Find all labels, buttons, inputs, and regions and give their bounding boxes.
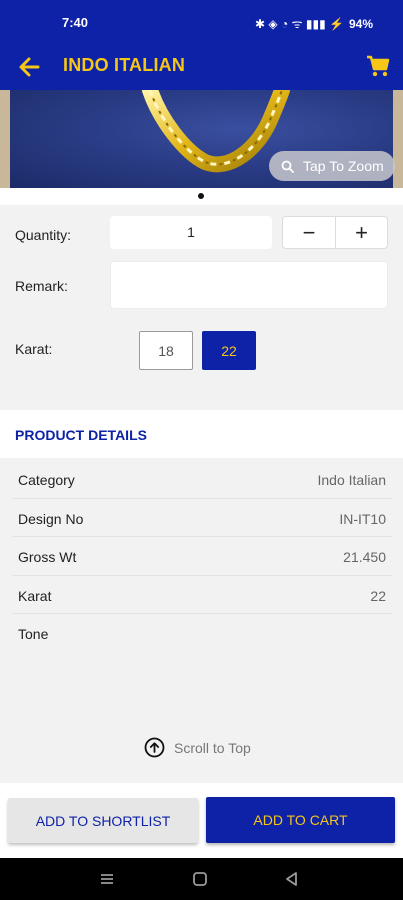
scroll-to-top-button[interactable]: Scroll to Top: [144, 737, 251, 758]
tap-to-zoom-button[interactable]: Tap To Zoom: [269, 151, 395, 181]
scroll-to-top-label: Scroll to Top: [174, 739, 251, 756]
product-details-table: Category Indo Italian Design No IN-IT10 …: [12, 460, 392, 653]
product-details-header: PRODUCT DETAILS: [0, 410, 403, 458]
zoom-label: Tap To Zoom: [303, 158, 384, 174]
system-nav-bar: [0, 858, 403, 900]
home-icon[interactable]: [191, 870, 209, 888]
bottom-action-bar: ADD TO SHORTLIST ADD TO CART: [0, 783, 403, 858]
detail-value: 21.450: [343, 549, 386, 565]
pager-dot-active[interactable]: [198, 193, 204, 199]
back-nav-icon[interactable]: [283, 870, 301, 888]
back-arrow-icon[interactable]: [14, 52, 44, 82]
detail-key: Karat: [18, 587, 52, 604]
search-icon: [281, 160, 294, 173]
status-time: 7:40: [62, 15, 89, 30]
quantity-stepper: − +: [282, 216, 388, 249]
app-bar: INDO ITALIAN: [0, 44, 403, 90]
detail-key: Tone: [18, 626, 49, 642]
add-to-shortlist-button[interactable]: ADD TO SHORTLIST: [8, 798, 198, 843]
table-row: Gross Wt 21.450: [12, 537, 392, 576]
remark-label: Remark:: [15, 278, 68, 294]
detail-key: Category: [18, 472, 75, 488]
table-row: Tone: [12, 614, 392, 653]
image-pager: [0, 188, 403, 205]
increment-button[interactable]: +: [334, 217, 387, 248]
page-title: INDO ITALIAN: [63, 55, 186, 75]
table-row: Category Indo Italian: [12, 460, 392, 499]
detail-key: Design No: [18, 510, 84, 527]
table-row: Design No IN-IT10: [12, 499, 392, 537]
detail-value: 22: [370, 587, 386, 604]
image-edge-left: [0, 90, 10, 188]
quantity-label: Quantity:: [15, 227, 72, 243]
status-bar: 7:40 ✱ ◈ ◔ ᯤ ▮▮▮ ⚡ 94%: [0, 0, 403, 44]
remark-input[interactable]: [110, 261, 388, 309]
recents-icon[interactable]: [98, 870, 116, 888]
detail-key: Gross Wt: [18, 549, 77, 565]
detail-value: IN-IT10: [339, 510, 386, 527]
karat-option-22[interactable]: 22: [202, 331, 256, 370]
karat-label: Karat:: [15, 341, 53, 357]
order-form: Quantity: 1 − + Remark: Karat: 18 22: [0, 205, 403, 393]
karat-option-18[interactable]: 18: [139, 331, 193, 370]
arrow-up-circle-icon: [144, 737, 165, 758]
image-edge-right: [393, 90, 403, 188]
table-row: Karat 22: [12, 576, 392, 614]
add-to-cart-button[interactable]: ADD TO CART: [206, 797, 395, 843]
quantity-input[interactable]: 1: [110, 216, 272, 249]
product-details-title: PRODUCT DETAILS: [15, 427, 147, 443]
cart-icon[interactable]: [365, 53, 391, 79]
battery-level: 94%: [348, 16, 373, 31]
product-image[interactable]: Tap To Zoom: [0, 90, 403, 188]
decrement-button[interactable]: −: [283, 217, 335, 248]
detail-value: Indo Italian: [317, 472, 387, 488]
status-signal-icons: ✱ ◈ ◔ ᯤ ▮▮▮ ⚡: [255, 17, 344, 31]
status-icons: ✱ ◈ ◔ ᯤ ▮▮▮ ⚡ 94%: [255, 15, 373, 32]
